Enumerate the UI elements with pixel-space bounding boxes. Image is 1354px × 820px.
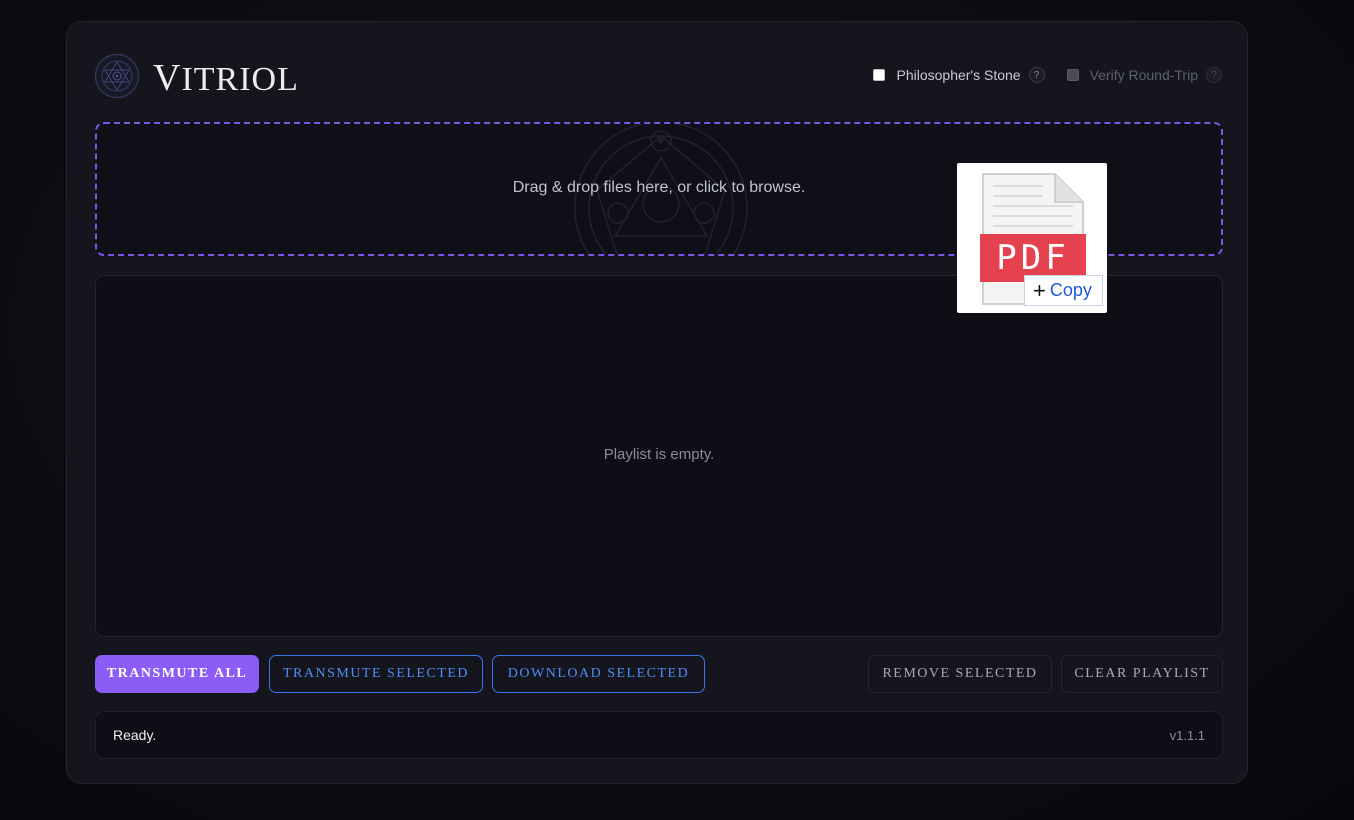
download-selected-button[interactable]: DOWNLOAD SELECTED: [492, 655, 705, 693]
playlist-empty-message: Playlist is empty.: [603, 446, 715, 463]
clear-playlist-button[interactable]: CLEAR PLAYLIST: [1061, 655, 1223, 693]
playlist-panel[interactable]: Playlist is empty.: [95, 275, 1223, 637]
philosophers-stone-checkbox[interactable]: [873, 69, 886, 81]
philosophers-stone-option[interactable]: Philosopher's Stone ?: [873, 67, 1045, 83]
remove-selected-button[interactable]: REMOVE SELECTED: [868, 655, 1052, 693]
transmute-selected-button[interactable]: TRANSMUTE SELECTED: [269, 655, 483, 693]
version-label: v1.1.1: [1169, 728, 1205, 743]
drag-preview: PDF + Copy: [957, 163, 1107, 313]
philosophers-stone-help-icon[interactable]: ?: [1028, 67, 1045, 83]
philosophers-stone-label: Philosopher's Stone: [896, 67, 1021, 83]
drop-effect-tooltip: + Copy: [1024, 275, 1103, 306]
status-text: Ready.: [113, 727, 157, 743]
options-bar: Philosopher's Stone ? Verify Round-Trip …: [873, 67, 1222, 83]
alchemy-sigil-logo-icon: [94, 53, 140, 99]
status-bar: Ready. v1.1.1: [95, 711, 1223, 759]
header: VITRIOL Philosopher's Stone ? Verify Rou…: [94, 52, 1222, 100]
verify-round-trip-help-icon[interactable]: ?: [1206, 67, 1222, 83]
app-title: VITRIOL: [153, 57, 299, 99]
verify-round-trip-checkbox: [1066, 69, 1079, 81]
verify-round-trip-label: Verify Round-Trip: [1089, 67, 1198, 83]
plus-icon: +: [1033, 277, 1046, 303]
app-window: VITRIOL Philosopher's Stone ? Verify Rou…: [66, 21, 1248, 784]
transmute-all-button[interactable]: TRANSMUTE ALL: [95, 655, 259, 693]
drop-effect-label: Copy: [1049, 280, 1092, 300]
verify-round-trip-option: Verify Round-Trip ?: [1066, 67, 1222, 83]
